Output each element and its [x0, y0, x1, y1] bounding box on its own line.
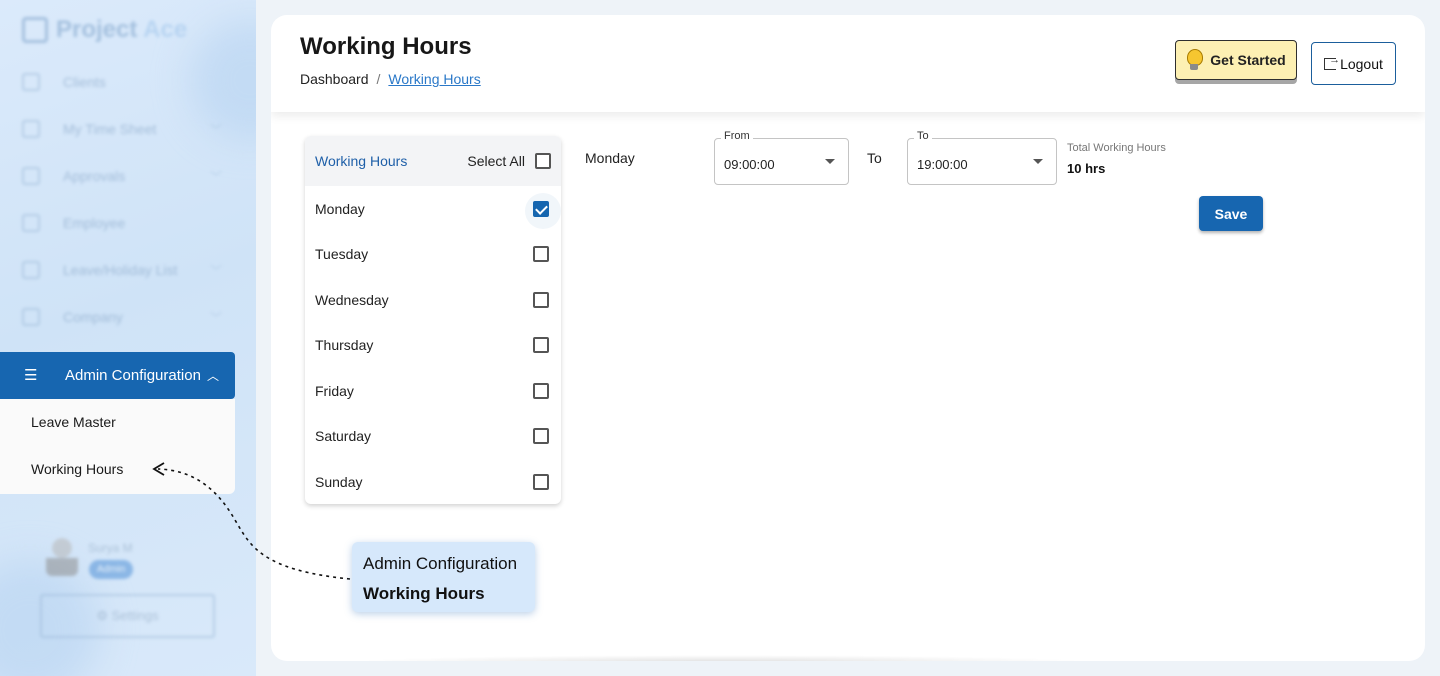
day-label: Sunday	[315, 473, 363, 490]
logout-label: Logout	[1340, 55, 1383, 72]
days-panel-title: Working Hours	[315, 153, 408, 169]
settings-button[interactable]: ⚙ Settings	[40, 594, 215, 638]
profile-name: Surya M	[88, 541, 133, 555]
brand-name: Project	[56, 16, 138, 43]
sidebar-item-clients[interactable]: Clients	[22, 71, 222, 93]
breadcrumb: Dashboard / Working Hours	[300, 71, 481, 87]
friday-checkbox[interactable]	[533, 382, 549, 399]
from-value: 09:00:00	[724, 157, 775, 172]
callout-line-working-hours: Working Hours	[363, 584, 485, 603]
employee-icon	[22, 214, 40, 232]
days-panel: Working Hours Select All Monday Tuesday …	[305, 136, 561, 504]
list-icon	[22, 261, 40, 279]
sidebar-item-label: Company	[63, 309, 123, 325]
logout-icon	[1324, 54, 1340, 70]
bottom-shadow	[351, 655, 1091, 661]
page-header: Working Hours Dashboard / Working Hours …	[271, 15, 1425, 112]
brand-logo[interactable]: Project Ace	[22, 16, 187, 44]
day-label: Monday	[315, 200, 365, 217]
day-label: Friday	[315, 382, 354, 399]
dropdown-arrow-icon	[825, 159, 835, 164]
day-label: Tuesday	[315, 245, 369, 262]
total-working-hours-value: 10 hrs	[1067, 161, 1106, 176]
chevron-up-icon: ︿	[206, 369, 219, 383]
day-row-thursday: Thursday	[305, 322, 561, 367]
logo-icon	[22, 17, 48, 43]
sidebar-item-label: Admin Configuration	[65, 367, 201, 384]
save-button[interactable]: Save	[1199, 196, 1263, 231]
sidebar-item-leave-holiday-list[interactable]: Leave/Holiday List ﹀	[22, 259, 222, 281]
monday-checkbox[interactable]	[525, 192, 561, 229]
checkbox-focus-halo	[525, 192, 561, 229]
from-legend: From	[721, 130, 753, 142]
to-separator-label: To	[867, 150, 882, 166]
submenu-item-leave-master[interactable]: Leave Master	[31, 414, 116, 430]
sidebar-item-employee[interactable]: Employee	[22, 212, 222, 234]
from-time-select[interactable]: From 09:00:00	[714, 130, 849, 185]
total-working-hours-label: Total Working Hours	[1067, 142, 1166, 154]
breadcrumb-dashboard[interactable]: Dashboard	[300, 71, 369, 87]
day-label: Wednesday	[315, 291, 389, 308]
submenu-item-working-hours[interactable]: Working Hours	[31, 461, 123, 477]
company-icon	[22, 308, 40, 326]
wednesday-checkbox[interactable]	[533, 291, 549, 308]
saturday-checkbox[interactable]	[533, 427, 549, 444]
brand-accent: Ace	[143, 16, 188, 43]
to-value: 19:00:00	[917, 157, 968, 172]
sidebar-item-admin-configuration[interactable]: ☰ Admin Configuration ︿	[0, 352, 235, 399]
day-row-saturday: Saturday	[305, 413, 561, 458]
day-label: Saturday	[315, 427, 372, 444]
select-all-checkbox[interactable]	[535, 153, 551, 169]
selected-day-label: Monday	[585, 150, 635, 166]
navigation-callout: Admin Configuration Working Hours	[352, 542, 535, 612]
calendar-icon	[22, 167, 40, 185]
clients-icon	[22, 73, 40, 91]
lightbulb-icon	[1186, 49, 1204, 71]
day-row-monday: Monday	[305, 186, 561, 231]
sidebar-item-label: Leave/Holiday List	[63, 262, 178, 278]
chevron-down-icon: ﹀	[209, 122, 222, 137]
sidebar-item-label: Approvals	[63, 168, 126, 184]
role-badge: Admin	[89, 560, 134, 579]
to-legend: To	[914, 130, 932, 142]
dropdown-arrow-icon	[1033, 159, 1043, 164]
days-panel-header: Working Hours Select All	[305, 136, 561, 186]
sliders-icon: ☰	[24, 367, 38, 384]
day-label: Thursday	[315, 336, 374, 353]
day-row-friday: Friday	[305, 368, 561, 413]
page-title: Working Hours	[300, 33, 472, 60]
sidebar-item-label: Employee	[63, 215, 126, 231]
chevron-down-icon: ﹀	[209, 263, 222, 278]
day-row-sunday: Sunday	[305, 459, 561, 504]
sidebar-item-approvals[interactable]: Approvals ﹀	[22, 165, 222, 187]
sidebar: Project Ace Clients My Time Sheet ﹀ Appr…	[0, 0, 256, 676]
select-all-label: Select All	[467, 153, 525, 169]
chevron-down-icon: ﹀	[209, 169, 222, 184]
get-started-label: Get Started	[1210, 52, 1286, 68]
breadcrumb-working-hours[interactable]: Working Hours	[388, 71, 480, 87]
sunday-checkbox[interactable]	[533, 473, 549, 490]
sidebar-item-my-time-sheet[interactable]: My Time Sheet ﹀	[22, 118, 222, 140]
timesheet-icon	[22, 120, 40, 138]
logout-button[interactable]: Logout	[1311, 42, 1396, 85]
thursday-checkbox[interactable]	[533, 336, 549, 353]
admin-submenu: Leave Master Working Hours	[0, 399, 235, 494]
avatar[interactable]	[46, 536, 78, 576]
sidebar-item-company[interactable]: Company ﹀	[22, 306, 222, 328]
get-started-button[interactable]: Get Started	[1175, 40, 1297, 80]
day-row-tuesday: Tuesday	[305, 231, 561, 276]
to-time-select[interactable]: To 19:00:00	[907, 130, 1057, 185]
profile-area: Surya M Admin ⚙ Settings	[40, 530, 220, 650]
tuesday-checkbox[interactable]	[533, 245, 549, 262]
sidebar-item-label: My Time Sheet	[63, 121, 157, 137]
chevron-down-icon: ﹀	[209, 310, 222, 325]
breadcrumb-separator: /	[376, 71, 381, 87]
callout-line-admin-configuration: Admin Configuration	[363, 554, 518, 573]
day-row-wednesday: Wednesday	[305, 277, 561, 322]
sidebar-item-label: Clients	[63, 74, 106, 90]
